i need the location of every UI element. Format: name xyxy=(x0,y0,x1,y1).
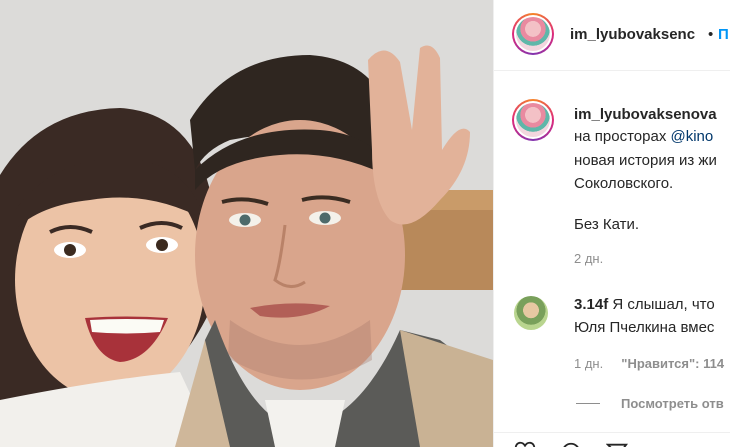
share-icon[interactable] xyxy=(606,441,628,447)
caption-line-5: Без Кати. xyxy=(574,216,640,233)
post-header: im_lyubovaksenc • П xyxy=(494,0,730,71)
caption-timestamp[interactable]: 2 дн. xyxy=(574,251,603,266)
commenter-username[interactable]: 3.14f xyxy=(574,296,608,313)
comment-meta: 1 дн. "Нравится": 114 xyxy=(574,356,724,371)
comment-icon[interactable] xyxy=(560,441,582,447)
caption-author-avatar[interactable] xyxy=(512,99,554,141)
action-bar xyxy=(494,432,730,447)
caption-line-2: новая история из жи xyxy=(574,152,717,169)
comment-likes[interactable]: "Нравится": 114 xyxy=(621,356,724,371)
caption-username[interactable]: im_lyubovaksenova xyxy=(574,106,717,123)
comment-timestamp[interactable]: 1 дн. xyxy=(574,356,603,371)
comment-line-1: 3.14f Я слышал, что xyxy=(574,296,715,313)
heart-icon[interactable] xyxy=(514,441,536,447)
author-username[interactable]: im_lyubovaksenc xyxy=(570,26,695,43)
replies-divider xyxy=(576,403,600,404)
comment-text: Я слышал, что xyxy=(612,296,715,313)
comment-line-2: Юля Пчелкина вмес xyxy=(574,319,715,336)
post-photo[interactable] xyxy=(0,0,493,447)
caption-line-1: на просторах @kino xyxy=(574,128,713,145)
author-avatar[interactable] xyxy=(512,13,554,55)
photo-illustration xyxy=(0,0,493,447)
post-side-panel: im_lyubovaksenc • П im_lyubovaksenova на… xyxy=(493,0,730,447)
caption-line-3: Соколовского. xyxy=(574,175,674,192)
caption-mention[interactable]: @kino xyxy=(671,128,714,145)
header-separator: • xyxy=(708,26,714,43)
commenter-avatar[interactable] xyxy=(514,296,548,330)
caption-text: на просторах xyxy=(574,128,671,145)
follow-button[interactable]: П xyxy=(718,26,729,43)
view-replies-button[interactable]: Посмотреть отв xyxy=(621,396,724,411)
